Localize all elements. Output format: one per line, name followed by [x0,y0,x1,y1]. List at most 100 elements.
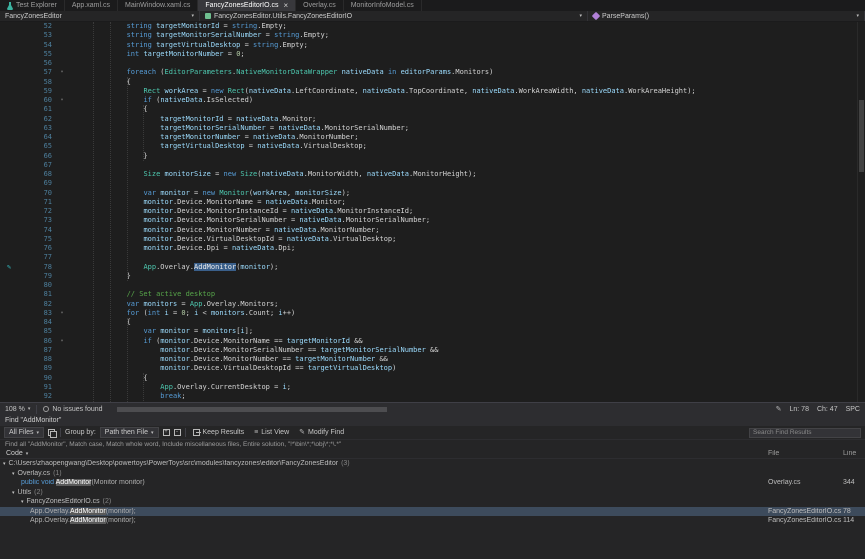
breakpoint-margin[interactable] [0,133,18,142]
expand-all-icon[interactable] [163,429,170,436]
breakpoint-margin[interactable] [0,281,18,290]
code-line[interactable]: 57▾ foreach (EditorParameters.NativeMoni… [0,68,865,77]
breakpoint-margin[interactable] [0,355,18,364]
breakpoint-margin[interactable] [0,31,18,40]
scrollbar-thumb[interactable] [117,407,388,412]
breakpoint-margin[interactable] [0,124,18,133]
group-by-dropdown[interactable]: Path then File ▾ [100,427,159,438]
code-line[interactable]: 83▾ for (int i = 0; i < monitors.Count; … [0,309,865,318]
code-line[interactable]: 58 { [0,78,865,87]
breakpoint-margin[interactable] [0,179,18,188]
code-line[interactable]: 91 App.Overlay.CurrentDesktop = i; [0,383,865,392]
breakpoint-margin[interactable] [0,78,18,87]
column-header-line[interactable]: Line [843,450,865,457]
code-line[interactable]: 52 string targetMonitorId = string.Empty… [0,22,865,31]
find-result-row[interactable]: App.Overlay.AddMonitor(monitor);FancyZon… [0,516,865,526]
breakpoint-margin[interactable] [0,96,18,105]
code-line[interactable]: 69 [0,179,865,188]
code-line[interactable]: 85 var monitor = monitors[i]; [0,327,865,336]
find-result-row[interactable]: App.Overlay.AddMonitor(monitor);FancyZon… [0,507,865,517]
find-result-row[interactable]: public void AddMonitor(Monitor monitor)O… [0,478,865,488]
breakpoint-margin[interactable] [0,189,18,198]
breakpoint-margin[interactable] [0,216,18,225]
code-line[interactable]: 80 [0,281,865,290]
find-group-row[interactable]: ▾Utils(2) [0,488,865,498]
member-dropdown[interactable]: ParseParams() ▾ [588,11,865,21]
fold-marker-icon[interactable]: ▾ [56,309,68,318]
breakpoint-margin[interactable] [0,364,18,373]
code-line[interactable]: 63 targetMonitorSerialNumber = nativeDat… [0,124,865,133]
code-line[interactable]: 61 { [0,105,865,114]
code-line[interactable]: 53 string targetMonitorSerialNumber = st… [0,31,865,40]
code-line[interactable]: 54 string targetVirtualDesktop = string.… [0,41,865,50]
code-line[interactable]: 79 } [0,272,865,281]
code-line[interactable]: 92 break; [0,392,865,401]
code-line[interactable]: 59 Rect workArea = new Rect(nativeData.L… [0,87,865,96]
search-find-results-input[interactable] [749,428,861,438]
code-line[interactable]: 62 targetMonitorId = nativeData.Monitor; [0,115,865,124]
breakpoint-margin[interactable] [0,383,18,392]
breakpoint-margin[interactable] [0,318,18,327]
close-icon[interactable]: × [283,2,288,10]
tab-fancyzoneseditorio-cs[interactable]: FancyZonesEditorIO.cs× [198,0,296,11]
copy-icon[interactable] [48,429,56,437]
code-line[interactable]: 73 monitor.Device.MonitorSerialNumber = … [0,216,865,225]
breakpoint-margin[interactable] [0,198,18,207]
breakpoint-margin[interactable] [0,226,18,235]
code-line[interactable]: 68 Size monitorSize = new Size(nativeDat… [0,170,865,179]
code-line[interactable]: 60▾ if (nativeData.IsSelected) [0,96,865,105]
code-line[interactable]: 76 monitor.Device.Dpi = nativeData.Dpi; [0,244,865,253]
collapse-caret-icon[interactable]: ▾ [12,490,15,496]
breakpoint-margin[interactable] [0,327,18,336]
code-line[interactable]: 74 monitor.Device.MonitorNumber = native… [0,226,865,235]
edit-marker-icon[interactable]: ✎ [0,263,18,272]
code-editor[interactable]: 52 string targetMonitorId = string.Empty… [0,22,865,402]
breakpoint-margin[interactable] [0,235,18,244]
collapse-all-icon[interactable] [174,429,181,436]
code-line[interactable]: 86▾ if (monitor.Device.MonitorName == ta… [0,337,865,346]
collapse-caret-icon[interactable]: ▾ [21,499,24,505]
tab-overlay-cs[interactable]: Overlay.cs [296,0,344,11]
vertical-scrollbar[interactable] [857,22,865,402]
breakpoint-margin[interactable] [0,50,18,59]
code-line[interactable]: 77 [0,253,865,262]
code-line[interactable]: 67 [0,161,865,170]
fold-marker-icon[interactable]: ▾ [56,96,68,105]
breakpoint-margin[interactable] [0,309,18,318]
breakpoint-margin[interactable] [0,152,18,161]
breakpoint-margin[interactable] [0,170,18,179]
fold-marker-icon[interactable]: ▾ [56,68,68,77]
breakpoint-margin[interactable] [0,105,18,114]
code-line[interactable]: 81 // Set active desktop [0,290,865,299]
modify-find-button[interactable]: ✎ Modify Find [296,429,347,436]
tab-monitorinfomodel-cs[interactable]: MonitorInfoModel.cs [344,0,422,11]
breakpoint-margin[interactable] [0,41,18,50]
code-line[interactable]: 88 monitor.Device.MonitorNumber == targe… [0,355,865,364]
document-health-indicator[interactable]: No issues found [43,406,102,413]
breakpoint-margin[interactable] [0,337,18,346]
scrollbar-thumb[interactable] [859,100,864,172]
scope-dropdown[interactable]: All Files ▾ [4,427,44,438]
code-line[interactable]: 66 } [0,152,865,161]
breakpoint-margin[interactable] [0,272,18,281]
breakpoint-margin[interactable] [0,244,18,253]
keep-results-toggle[interactable]: Keep Results [190,429,248,436]
zoom-control[interactable]: 108 % ▾ [5,406,30,413]
breakpoint-margin[interactable] [0,392,18,401]
find-group-row[interactable]: ▾Overlay.cs(1) [0,469,865,479]
code-filter-dropdown[interactable]: Code ▾ [3,449,31,458]
column-header-file[interactable]: File [768,450,843,457]
find-group-row[interactable]: ▾C:\Users\zhaopengwang\Desktop\powertoys… [0,459,865,469]
breakpoint-margin[interactable] [0,300,18,309]
breakpoint-margin[interactable] [0,374,18,383]
code-line[interactable]: 70 var monitor = new Monitor(workArea, m… [0,189,865,198]
tab-mainwindow-xaml-cs[interactable]: MainWindow.xaml.cs [118,0,198,11]
code-line[interactable]: 75 monitor.Device.VirtualDesktopId = nat… [0,235,865,244]
code-line[interactable]: 64 targetMonitorNumber = nativeData.Moni… [0,133,865,142]
code-line[interactable]: 84 { [0,318,865,327]
code-line[interactable]: 82 var monitors = App.Overlay.Monitors; [0,300,865,309]
breakpoint-margin[interactable] [0,87,18,96]
code-line[interactable]: 87 monitor.Device.MonitorSerialNumber ==… [0,346,865,355]
breakpoint-margin[interactable] [0,59,18,68]
list-view-toggle[interactable]: ≡ List View [251,429,292,436]
